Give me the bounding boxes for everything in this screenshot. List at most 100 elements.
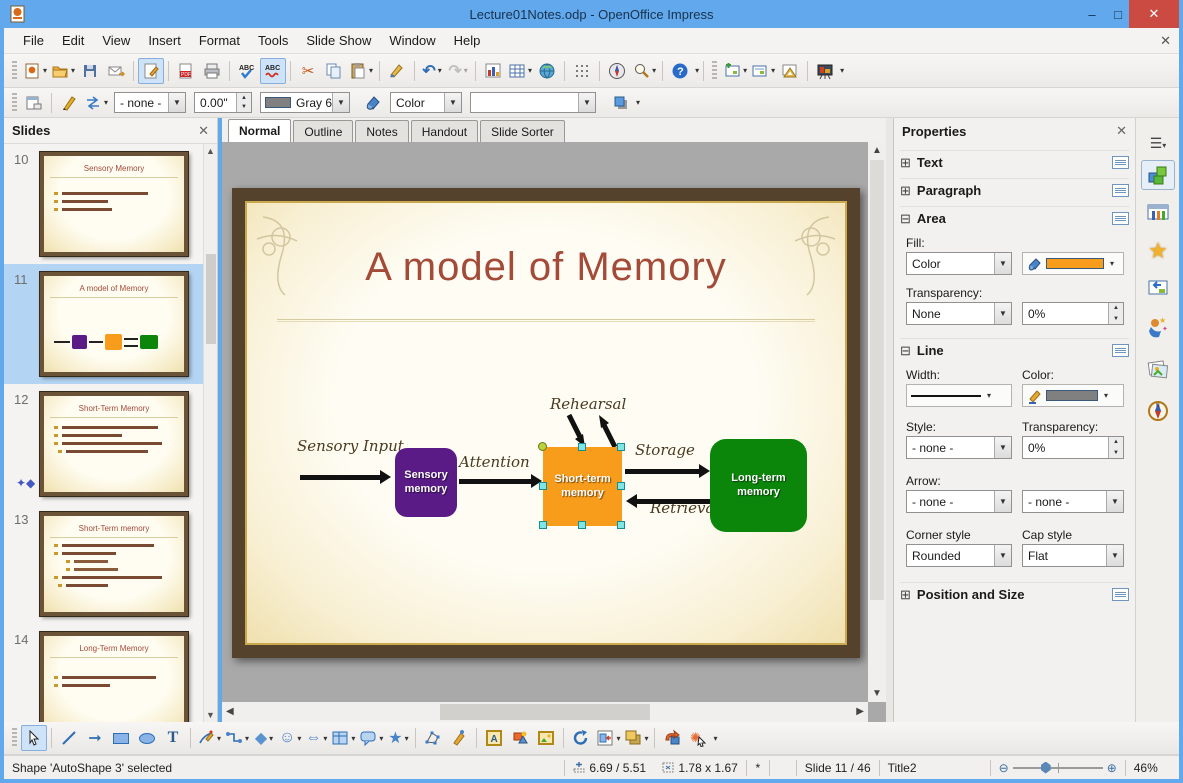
menu-edit[interactable]: Edit (53, 30, 93, 51)
document-close-icon[interactable]: ✕ (1160, 33, 1171, 49)
sidebar-tab-gallery[interactable] (1141, 354, 1175, 384)
maximize-button[interactable]: □ (1106, 0, 1130, 28)
menu-format[interactable]: Format (190, 30, 249, 51)
fill-type-select[interactable]: Color ▼ (390, 92, 463, 113)
zoom-thumb[interactable] (1040, 761, 1051, 774)
paragraph-dialog-launcher-icon[interactable] (1112, 184, 1129, 197)
save-button[interactable] (77, 58, 103, 84)
connector-tool[interactable]: ▾ (223, 725, 251, 751)
area-dialog-launcher-icon[interactable] (1112, 212, 1129, 225)
tab-notes[interactable]: Notes (355, 120, 409, 142)
edit-mode-button[interactable] (138, 57, 165, 84)
menu-help[interactable]: Help (445, 30, 490, 51)
properties-panel-close-icon[interactable]: ✕ (1116, 123, 1127, 139)
minimize-button[interactable]: – (1080, 0, 1104, 28)
arrow-style-button[interactable]: ▾ (82, 90, 110, 116)
scroll-right-icon[interactable]: ▶ (856, 706, 864, 717)
section-paragraph[interactable]: ⊞ Paragraph (900, 178, 1129, 202)
line-button[interactable] (56, 90, 82, 116)
display-grid-button[interactable] (569, 58, 595, 84)
spellcheck-button[interactable]: ABC (234, 58, 260, 84)
3d-effects-tool[interactable] (659, 725, 685, 751)
label-attention[interactable]: Attention (459, 453, 530, 471)
toolbar-grip[interactable] (12, 60, 17, 81)
vertical-scrollbar[interactable]: ▲ ▼ (868, 142, 886, 702)
selection-handle[interactable] (578, 443, 586, 451)
selection-handle[interactable] (539, 521, 547, 529)
text-dialog-launcher-icon[interactable] (1112, 156, 1129, 169)
box-short-term-memory[interactable]: Short-term memory (543, 447, 622, 526)
slide-thumbnail-11[interactable]: 11 A model of Memory (4, 264, 204, 384)
line-style-select[interactable]: - none - ▼ (114, 92, 187, 113)
slide-thumbnail-12[interactable]: 12 ✦◆ Short-Term Memory (4, 384, 204, 504)
slide-thumbnail-14[interactable]: 14 Long-Term Memory (4, 624, 204, 722)
box-sensory-memory[interactable]: Sensory memory (395, 448, 457, 517)
styles-button[interactable] (21, 90, 47, 116)
transparency-value-spinner[interactable]: 0% ▲ ▼ (1022, 302, 1124, 325)
close-button[interactable]: ✕ (1129, 0, 1179, 28)
tab-handout[interactable]: Handout (410, 120, 479, 142)
slide-workspace[interactable]: A model of Memory Sensory Input Attentio… (222, 142, 868, 702)
area-style-button[interactable] (360, 90, 386, 116)
slide-design-button[interactable] (777, 58, 803, 84)
zoom-button[interactable]: ▾ (630, 58, 658, 84)
from-file-tool[interactable] (507, 725, 533, 751)
menu-tools[interactable]: Tools (249, 30, 297, 51)
corner-style-select[interactable]: Rounded ▼ (906, 544, 1012, 567)
zoom-out-icon[interactable]: ⊖ (999, 761, 1009, 775)
chart-button[interactable] (480, 58, 506, 84)
navigator-button[interactable] (604, 58, 630, 84)
glue-points-tool[interactable] (446, 725, 472, 751)
line-tool[interactable] (56, 725, 82, 751)
basic-shapes-tool[interactable]: ◆ ▾ (251, 725, 277, 751)
copy-button[interactable] (321, 58, 347, 84)
cap-style-select[interactable]: Flat ▼ (1022, 544, 1124, 567)
expand-icon[interactable]: ⊞ (900, 155, 911, 171)
new-slide-button[interactable]: ▾ (721, 58, 749, 84)
flowchart-tool[interactable]: ▾ (329, 725, 357, 751)
label-storage[interactable]: Storage (635, 441, 695, 459)
export-pdf-button[interactable]: PDF (173, 58, 199, 84)
menu-file[interactable]: File (14, 30, 53, 51)
stars-tool[interactable]: ★ ▾ (385, 725, 411, 751)
sidebar-tab-master-pages[interactable] (1141, 198, 1175, 228)
rectangle-tool[interactable] (108, 725, 134, 751)
sidebar-tab-custom-animation[interactable]: ★ (1141, 236, 1175, 266)
sidebar-tab-navigator[interactable]: N (1141, 396, 1175, 426)
slide-layout-button[interactable]: ▾ (749, 58, 777, 84)
transparency-type-select[interactable]: None ▼ (906, 302, 1012, 325)
slide-thumbnail-13[interactable]: 13 Short-Term memory (4, 504, 204, 624)
fill-color-dropdown[interactable]: ▾ (1022, 252, 1124, 275)
panel-splitter[interactable] (886, 118, 893, 722)
menu-slide-show[interactable]: Slide Show (297, 30, 380, 51)
scroll-up-icon[interactable]: ▲ (868, 145, 886, 156)
block-arrows-tool[interactable]: ⇔ ▾ (303, 725, 329, 751)
toolbar-grip[interactable] (12, 92, 17, 113)
arrow-end-select[interactable]: - none - ▼ (1022, 490, 1124, 513)
arrow-tool[interactable]: ➞ (82, 725, 108, 751)
line-style-select[interactable]: - none - ▼ (906, 436, 1012, 459)
arrow-attention[interactable] (459, 474, 542, 488)
arrow-retrieval[interactable] (626, 494, 711, 508)
selection-handle[interactable] (617, 521, 625, 529)
alignment-tool[interactable]: ▾ (594, 725, 622, 751)
section-area[interactable]: ⊟ Area (900, 206, 1129, 230)
sidebar-tab-animation-effects[interactable]: ★ ✦ (1141, 312, 1175, 342)
slide-title[interactable]: A model of Memory (247, 245, 845, 290)
selection-handle[interactable] (538, 442, 547, 451)
toolbar-overflow-icon[interactable]: ▾ (636, 98, 640, 107)
scroll-down-icon[interactable]: ▼ (204, 710, 217, 720)
line-transparency-spinner[interactable]: 0% ▲ ▼ (1022, 436, 1124, 459)
help-button[interactable]: ? (667, 58, 693, 84)
sidebar-menu-icon[interactable]: ☰▾ (1141, 128, 1175, 158)
zoom-track[interactable] (1012, 761, 1103, 774)
email-button[interactable] (103, 58, 129, 84)
fontwork-tool[interactable]: A (481, 725, 507, 751)
edit-points-tool[interactable] (420, 725, 446, 751)
slides-panel-close-icon[interactable]: ✕ (198, 123, 209, 139)
line-width-dropdown[interactable]: ▾ (906, 384, 1012, 407)
select-tool[interactable] (21, 725, 47, 751)
zoom-in-icon[interactable]: ⊕ (1107, 761, 1117, 775)
tab-outline[interactable]: Outline (293, 120, 354, 142)
paste-button[interactable]: ▾ (347, 58, 375, 84)
